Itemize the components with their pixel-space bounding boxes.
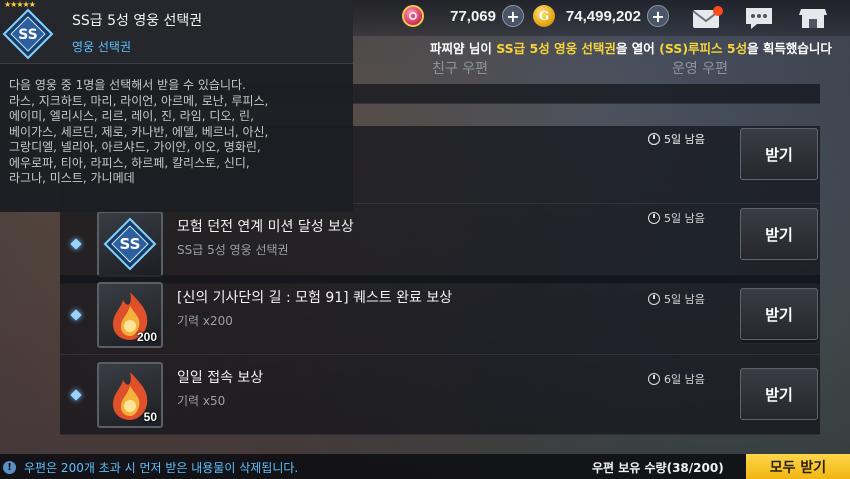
mail-limit-warning: ! 우편은 200개 초과 시 먼저 받은 내용물이 삭제됩니다.	[3, 459, 298, 476]
chat-icon[interactable]	[742, 3, 776, 33]
row-title: [신의 기사단의 길 : 모험 91] 퀘스트 완료 보상	[177, 290, 453, 306]
item-tooltip: SS ★★★★★ SS급 5성 영웅 선택권 영웅 선택권 다음 영웅 중 1명…	[0, 0, 353, 212]
svg-text:SS: SS	[18, 27, 38, 43]
tooltip-line: 베이가스, 세르딘, 제로, 카나반, 에델, 베르너, 아신,	[9, 124, 269, 139]
row-time: 5일 남음	[648, 210, 705, 226]
tooltip-line: 에우로파, 티아, 라피스, 하르페, 칼리스토, 신디,	[9, 155, 250, 170]
tooltip-line: 다음 영웅 중 1명을 선택해서 받을 수 있습니다.	[9, 78, 246, 92]
notice-item: SS급 5성 영웅 선택권	[496, 41, 616, 56]
claim-button[interactable]: 받기	[740, 288, 818, 340]
list-item: SS 모험 던전 연계 미션 달성 보상 SS급 5성 영웅 선택권	[60, 204, 820, 344]
svg-text:SS: SS	[120, 235, 141, 253]
ss-ticket-icon: SS	[97, 211, 163, 277]
row-time: 6일 남음	[648, 371, 705, 387]
tooltip-description: 다음 영웅 중 1명을 선택해서 받을 수 있습니다. 라스, 지크하트, 마리…	[9, 78, 345, 187]
tooltip-line: 라스, 지크하트, 마리, 라이언, 아르메, 로난, 루피스,	[9, 93, 269, 108]
notice-hero: (SS)루피스 5성	[659, 41, 748, 56]
list-item: 50 일일 접속 보상 기력 x50	[60, 355, 820, 435]
tooltip-line: 라그나, 미스트, 가니메데	[9, 171, 135, 185]
mail-tabs: 친구 우편 운영 우편	[340, 58, 820, 84]
star-rating: ★★★★★	[4, 0, 36, 9]
claim-all-button[interactable]: 모두 받기	[746, 454, 850, 479]
info-icon: !	[3, 461, 16, 474]
stamina-flame-icon: 50	[97, 362, 163, 428]
bottom-bar: ! 우편은 200개 초과 시 먼저 받은 내용물이 삭제됩니다. 우편 보유 …	[0, 454, 850, 479]
warning-text: 우편은 200개 초과 시 먼저 받은 내용물이 삭제됩니다.	[24, 461, 299, 475]
tooltip-header: SS ★★★★★ SS급 5성 영웅 선택권 영웅 선택권	[0, 0, 353, 64]
acquisition-notice: 파찌얌 님이 SS급 5성 영웅 선택권을 열어 (SS)루피스 5성을 획득했…	[430, 38, 850, 58]
gem-amount: 77,069	[450, 7, 496, 25]
row-time: 5일 남음	[648, 131, 705, 147]
row-bullet-icon	[70, 309, 82, 321]
time-remaining: 5일 남음	[664, 212, 705, 225]
time-remaining: 5일 남음	[664, 133, 705, 146]
row-time: 5일 남음	[648, 291, 705, 307]
row-subtitle: 기력 x50	[177, 394, 226, 408]
time-remaining: 5일 남음	[664, 293, 705, 306]
row-title: 모험 던전 연계 미션 달성 보상	[177, 219, 354, 235]
row-subtitle: SS급 5성 영웅 선택권	[177, 243, 289, 257]
notice-player: 파찌얌	[430, 41, 465, 56]
clock-icon	[648, 373, 660, 385]
gold-amount: 74,499,202	[565, 7, 641, 25]
add-gold-button[interactable]: +	[647, 5, 669, 27]
tab-friend-mail[interactable]: 친구 우편	[340, 58, 580, 84]
stamina-flame-icon: 200	[97, 282, 163, 348]
item-count: 200	[136, 330, 157, 344]
list-item: 200 [신의 기사단의 길 : 모험 91] 퀘스트 완료 보상 기력 x20…	[60, 275, 820, 355]
ss-ticket-icon: SS	[2, 4, 54, 60]
shop-icon[interactable]	[796, 3, 830, 33]
clock-icon	[648, 212, 660, 224]
tooltip-line: 그랑디엘, 넬리아, 아르샤드, 가이안, 이오, 명화린,	[9, 140, 261, 154]
row-title: 일일 접속 보상	[177, 370, 264, 386]
notice-text1: 님이	[464, 41, 497, 56]
add-gems-button[interactable]: +	[502, 5, 524, 27]
gold-coin-icon: G	[533, 5, 555, 27]
gem-currency: 77,069 +	[402, 4, 524, 28]
notice-text2: 을 열어	[615, 41, 660, 56]
tooltip-title: SS급 5성 영웅 선택권	[72, 13, 203, 29]
item-count: 50	[143, 410, 157, 424]
gold-currency: G 74,499,202 +	[533, 4, 669, 28]
row-bullet-icon	[70, 238, 82, 250]
tooltip-category: 영웅 선택권	[72, 40, 132, 54]
claim-button[interactable]: 받기	[740, 128, 818, 180]
clock-icon	[648, 133, 660, 145]
time-remaining: 6일 남음	[664, 373, 705, 386]
clock-icon	[648, 293, 660, 305]
notice-text3: 을 획득했습니다	[747, 41, 832, 56]
gem-icon	[402, 5, 424, 27]
mail-capacity: 우편 보유 수량(38/200)	[592, 461, 724, 475]
claim-button[interactable]: 받기	[740, 208, 818, 260]
row-bullet-icon	[70, 389, 82, 401]
row-subtitle: 기력 x200	[177, 314, 233, 328]
claim-button[interactable]: 받기	[740, 368, 818, 420]
tooltip-line: 에이미, 엘리시스, 리르, 레이, 진, 라임, 디오, 린,	[9, 109, 254, 123]
tab-operation-mail[interactable]: 운영 우편	[580, 58, 820, 84]
mail-icon[interactable]	[690, 3, 724, 33]
